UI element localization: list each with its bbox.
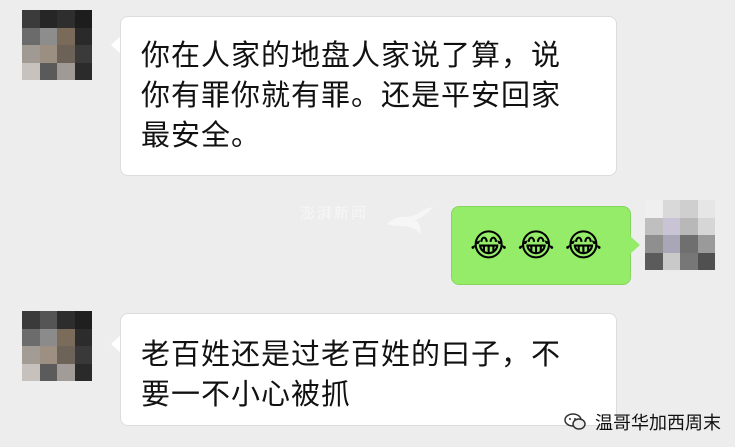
avatar-right[interactable] (645, 200, 715, 270)
bubble-tail-right-2 (630, 236, 640, 254)
message-text-3: 老百姓还是过老百姓的曰子，不 要一不小心被抓 (141, 337, 562, 411)
avatar-left-2[interactable] (22, 311, 92, 381)
message-text-1: 你在人家的地盘人家说了算，说 你有罪你就有罪。还是平安回家 最安全。 (141, 38, 562, 152)
account-name: 温哥华加西周末 (595, 413, 721, 434)
avatar-left-1[interactable] (22, 10, 92, 80)
wechat-icon (564, 413, 586, 430)
watermark-bird-icon (387, 207, 433, 234)
account-footer: 温哥华加西周末 (563, 409, 721, 435)
emoji-row: 😂 😂 😂 (470, 225, 602, 265)
watermark-text: 澎湃新闻 (300, 204, 369, 222)
tears-of-joy-icon: 😂 (470, 226, 508, 264)
tears-of-joy-icon: 😂 (517, 226, 555, 264)
tears-of-joy-icon: 😂 (564, 226, 603, 264)
